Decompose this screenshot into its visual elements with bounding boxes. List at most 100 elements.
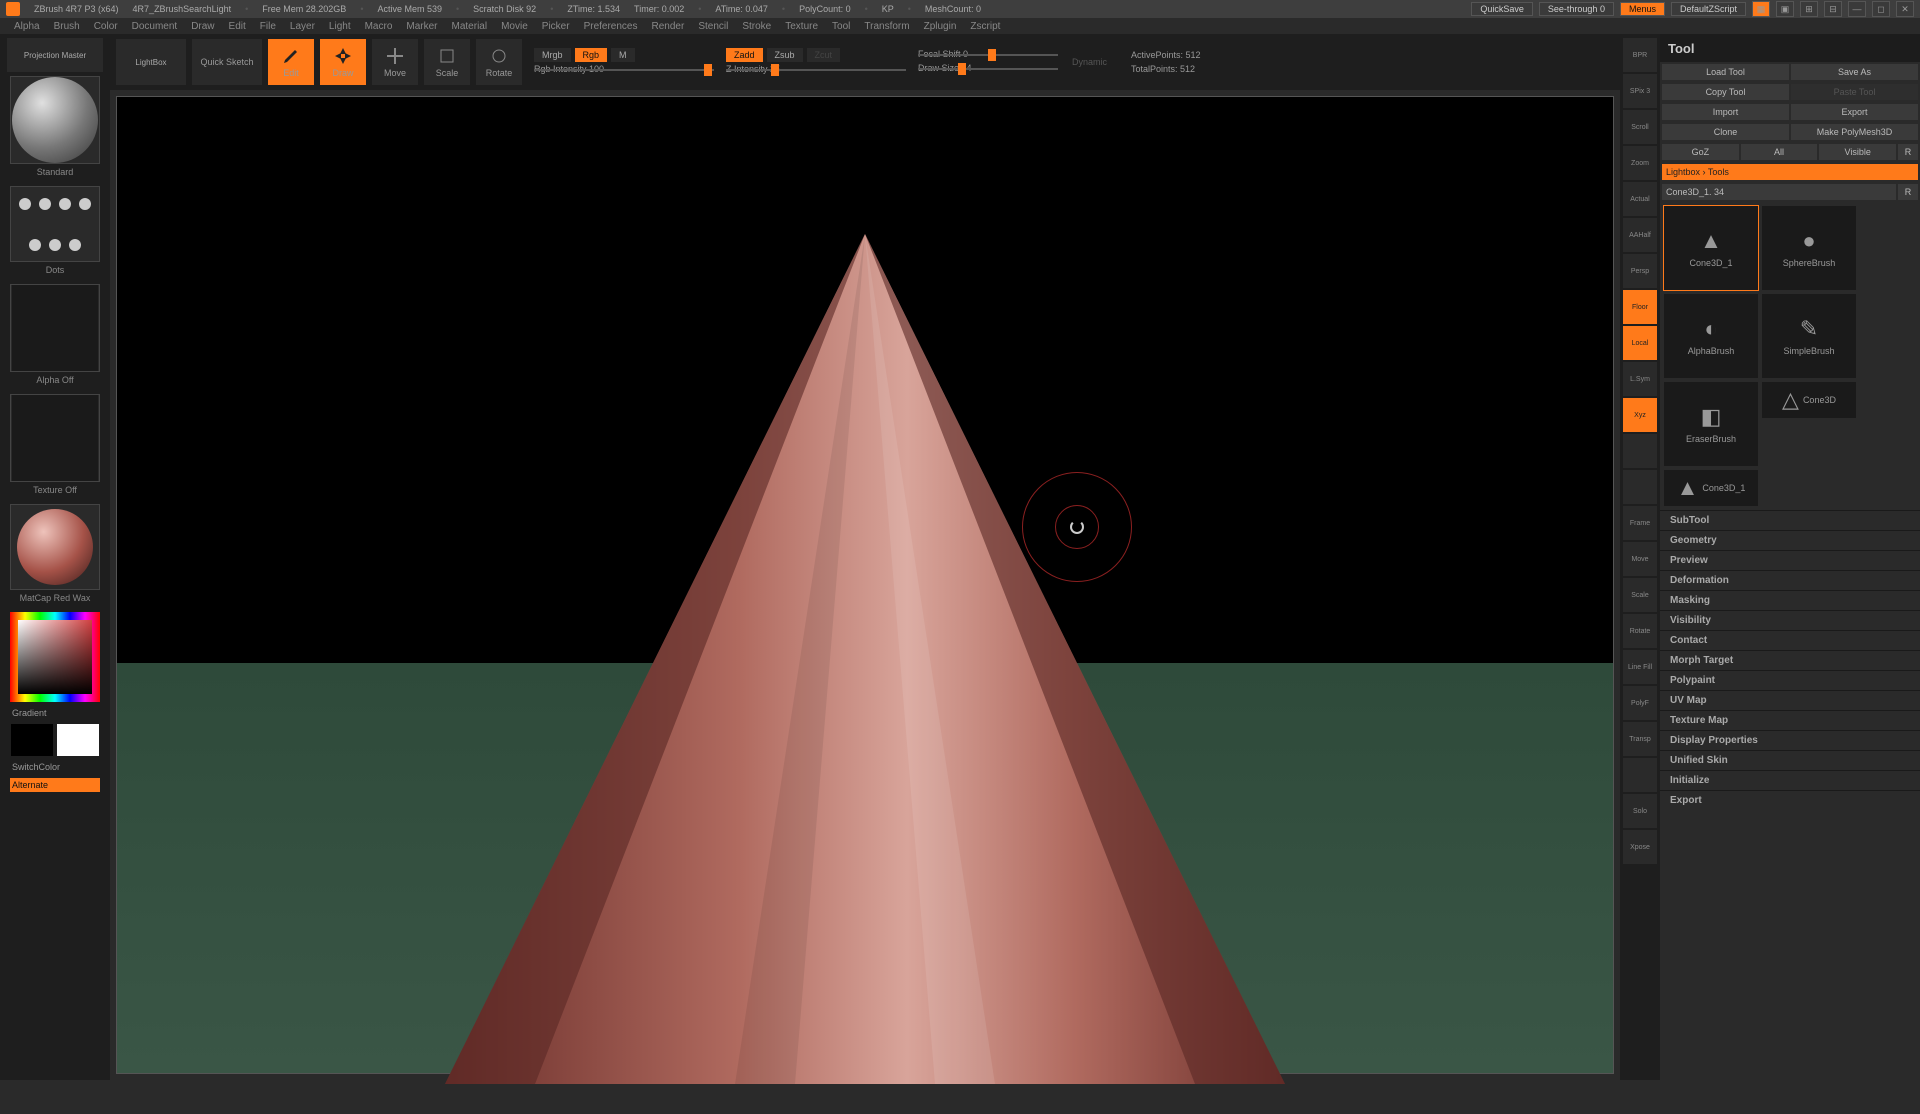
- menu-stroke[interactable]: Stroke: [742, 21, 771, 32]
- window-icon-4[interactable]: ⊟: [1824, 1, 1842, 17]
- strip-rotate[interactable]: Rotate: [1623, 614, 1657, 648]
- current-tool-name[interactable]: Cone3D_1. 34: [1662, 184, 1896, 200]
- brush-slot[interactable]: Standard: [10, 76, 100, 164]
- alternate-button[interactable]: Alternate: [10, 778, 100, 792]
- section-initialize[interactable]: Initialize: [1660, 770, 1920, 790]
- strip-aahalf[interactable]: AAHalf: [1623, 218, 1657, 252]
- section-texture-map[interactable]: Texture Map: [1660, 710, 1920, 730]
- menu-material[interactable]: Material: [452, 21, 488, 32]
- strip-blank[interactable]: [1623, 758, 1657, 792]
- window-icon-2[interactable]: ▣: [1776, 1, 1794, 17]
- scale-button[interactable]: Scale: [424, 39, 470, 85]
- strip-actual[interactable]: Actual: [1623, 182, 1657, 216]
- strip-scroll[interactable]: Scroll: [1623, 110, 1657, 144]
- section-geometry[interactable]: Geometry: [1660, 530, 1920, 550]
- menu-color[interactable]: Color: [94, 21, 118, 32]
- menu-draw[interactable]: Draw: [191, 21, 214, 32]
- menu-document[interactable]: Document: [132, 21, 178, 32]
- strip-local[interactable]: Local: [1623, 326, 1657, 360]
- section-preview[interactable]: Preview: [1660, 550, 1920, 570]
- window-icon-3[interactable]: ⊞: [1800, 1, 1818, 17]
- menu-macro[interactable]: Macro: [365, 21, 393, 32]
- switchcolor-button[interactable]: SwitchColor: [10, 760, 100, 774]
- m-chip[interactable]: M: [611, 48, 635, 62]
- menu-picker[interactable]: Picker: [542, 21, 570, 32]
- paste-tool-button[interactable]: Paste Tool: [1791, 84, 1918, 100]
- goz-button[interactable]: GoZ: [1662, 144, 1739, 160]
- section-polypaint[interactable]: Polypaint: [1660, 670, 1920, 690]
- draw-button[interactable]: Draw: [320, 39, 366, 85]
- tool-thumb-spherebrush[interactable]: ●SphereBrush: [1762, 206, 1856, 290]
- menu-render[interactable]: Render: [652, 21, 685, 32]
- zadd-chip[interactable]: Zadd: [726, 48, 763, 62]
- close-icon[interactable]: ✕: [1896, 1, 1914, 17]
- strip-blank[interactable]: [1623, 434, 1657, 468]
- tool-thumb-simplebrush[interactable]: ✎SimpleBrush: [1762, 294, 1856, 378]
- mrgb-chip[interactable]: Mrgb: [534, 48, 571, 62]
- lightbox-button[interactable]: LightBox: [116, 39, 186, 85]
- section-display-properties[interactable]: Display Properties: [1660, 730, 1920, 750]
- move-button[interactable]: Move: [372, 39, 418, 85]
- seethrough-slider[interactable]: See-through 0: [1539, 2, 1614, 16]
- draw-size-slider[interactable]: Draw Size 64: [918, 63, 1058, 75]
- section-subtool[interactable]: SubTool: [1660, 510, 1920, 530]
- make-polymesh-button[interactable]: Make PolyMesh3D: [1791, 124, 1918, 140]
- tool-thumb-cone3d_1[interactable]: ▲Cone3D_1: [1664, 470, 1758, 506]
- strip-xyz[interactable]: Xyz: [1623, 398, 1657, 432]
- edit-button[interactable]: Edit: [268, 39, 314, 85]
- strip-scale[interactable]: Scale: [1623, 578, 1657, 612]
- goz-all-button[interactable]: All: [1741, 144, 1818, 160]
- section-unified-skin[interactable]: Unified Skin: [1660, 750, 1920, 770]
- viewport[interactable]: [116, 96, 1614, 1074]
- strip-frame[interactable]: Frame: [1623, 506, 1657, 540]
- copy-tool-button[interactable]: Copy Tool: [1662, 84, 1789, 100]
- section-morph-target[interactable]: Morph Target: [1660, 650, 1920, 670]
- tool-thumb-eraserbrush[interactable]: ◧EraserBrush: [1664, 382, 1758, 466]
- menu-preferences[interactable]: Preferences: [584, 21, 638, 32]
- strip-spix-3[interactable]: SPix 3: [1623, 74, 1657, 108]
- strip-move[interactable]: Move: [1623, 542, 1657, 576]
- section-export[interactable]: Export: [1660, 790, 1920, 810]
- tool-r-button[interactable]: R: [1898, 184, 1918, 200]
- menu-zplugin[interactable]: Zplugin: [924, 21, 957, 32]
- quicksketch-button[interactable]: Quick Sketch: [192, 39, 262, 85]
- section-deformation[interactable]: Deformation: [1660, 570, 1920, 590]
- rotate-button[interactable]: Rotate: [476, 39, 522, 85]
- export-button[interactable]: Export: [1791, 104, 1918, 120]
- zsub-chip[interactable]: Zsub: [767, 48, 803, 62]
- strip-transp[interactable]: Transp: [1623, 722, 1657, 756]
- load-tool-button[interactable]: Load Tool: [1662, 64, 1789, 80]
- strip-l.sym[interactable]: L.Sym: [1623, 362, 1657, 396]
- focal-shift-slider[interactable]: Focal Shift 0: [918, 49, 1058, 61]
- menu-transform[interactable]: Transform: [864, 21, 909, 32]
- projection-master-button[interactable]: Projection Master: [7, 38, 103, 72]
- section-contact[interactable]: Contact: [1660, 630, 1920, 650]
- strip-persp[interactable]: Persp: [1623, 254, 1657, 288]
- section-masking[interactable]: Masking: [1660, 590, 1920, 610]
- color-swatches[interactable]: [11, 724, 99, 756]
- menu-stencil[interactable]: Stencil: [698, 21, 728, 32]
- menu-texture[interactable]: Texture: [785, 21, 818, 32]
- menu-layer[interactable]: Layer: [290, 21, 315, 32]
- defaultscript-button[interactable]: DefaultZScript: [1671, 2, 1746, 16]
- menu-zscript[interactable]: Zscript: [970, 21, 1000, 32]
- strip-polyf[interactable]: PolyF: [1623, 686, 1657, 720]
- strip-bpr[interactable]: BPR: [1623, 38, 1657, 72]
- stroke-slot[interactable]: Dots: [10, 186, 100, 262]
- window-icon-1[interactable]: ▦: [1752, 1, 1770, 17]
- strip-solo[interactable]: Solo: [1623, 794, 1657, 828]
- import-button[interactable]: Import: [1662, 104, 1789, 120]
- menus-button[interactable]: Menus: [1620, 2, 1665, 16]
- menu-edit[interactable]: Edit: [229, 21, 246, 32]
- menu-file[interactable]: File: [260, 21, 276, 32]
- section-uv-map[interactable]: UV Map: [1660, 690, 1920, 710]
- strip-zoom[interactable]: Zoom: [1623, 146, 1657, 180]
- menu-marker[interactable]: Marker: [406, 21, 437, 32]
- alpha-slot[interactable]: Alpha Off: [10, 284, 100, 372]
- material-slot[interactable]: MatCap Red Wax: [10, 504, 100, 590]
- goz-r-button[interactable]: R: [1898, 144, 1918, 160]
- tool-thumb-cone3d[interactable]: △Cone3D: [1762, 382, 1856, 418]
- save-as-button[interactable]: Save As: [1791, 64, 1918, 80]
- strip-blank[interactable]: [1623, 470, 1657, 504]
- menu-brush[interactable]: Brush: [54, 21, 80, 32]
